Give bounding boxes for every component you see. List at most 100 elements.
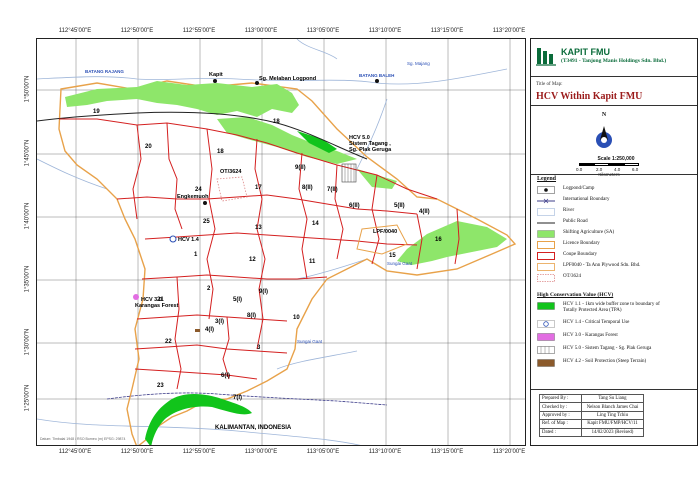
coupe-label: 19 — [93, 109, 100, 115]
longitude-label: 112°50'00"E — [120, 28, 154, 34]
latitude-label: 1°45'00"N — [24, 139, 31, 167]
hcv11-buffer-south — [145, 394, 252, 445]
legend-item-hcv50: HCV 5.0 - Sistem Tagang - Sg. Plak Gerug… — [537, 345, 697, 356]
longitude-label: 113°20'00"E — [492, 28, 526, 34]
coupe-label: 3 — [257, 345, 261, 351]
datum-note: Datum: Timbalai 1948 / RSO Borneo (m) EP… — [40, 437, 126, 441]
longitude-label: 112°55'00"E — [182, 28, 216, 34]
legend-item-hcv42: HCV 4.2 - Soil Protection (Steep Terrain… — [537, 358, 697, 369]
hcv14-symbol — [169, 235, 177, 243]
legend-item-ot: OT/3624 — [537, 273, 697, 284]
latitude-label: 1°35'00"N — [24, 265, 31, 293]
longitude-label: 113°00'00"E — [244, 449, 278, 455]
legend-item-coupe: Coupe Boundary — [537, 251, 697, 262]
label-kalimantan: KALIMANTAN, INDONESIA — [215, 425, 292, 431]
coupe-label: 20 — [145, 144, 152, 150]
hcv11-icon — [537, 302, 555, 310]
map-legend-panel: KAPIT FMU (T3491 - Tanjong Manis Holding… — [530, 38, 698, 446]
scale-bar — [579, 163, 639, 167]
label-sungai-gaat-2: Sungai Gaat — [297, 339, 323, 344]
label-hcv14: HCV 1.4 — [178, 237, 199, 243]
legend-item-sa: Shifting Agriculture (SA) — [537, 229, 697, 240]
international-boundary-icon — [537, 198, 555, 204]
coupe-label: 7(I) — [233, 395, 242, 401]
label-engkemuoh: Engkemuoh — [177, 194, 209, 200]
hcv30-icon — [537, 333, 555, 341]
label-ot3624: OT/3624 — [220, 169, 242, 175]
hcv14-icon — [537, 320, 555, 328]
longitude-label: 113°20'00"E — [492, 449, 526, 455]
longitude-label: 112°50'00"E — [120, 449, 154, 455]
coupe-label: 6(I) — [221, 373, 230, 379]
label-lpf0040: LPF/0040 — [373, 229, 398, 235]
coupe-boundary-icon — [537, 252, 555, 260]
longitude-label: 112°55'00"E — [182, 449, 216, 455]
logpond-icon — [537, 186, 555, 194]
logpond-kapit — [213, 79, 217, 83]
longitude-label: 113°05'00"E — [306, 28, 340, 34]
company-sub: (T3491 - Tanjong Manis Holdings Sdn. Bhd… — [561, 58, 667, 64]
road-icon — [537, 222, 555, 224]
coupe-label: 7(II) — [327, 187, 338, 193]
coupe-label: 23 — [157, 383, 164, 389]
logpond-baleh — [375, 79, 379, 83]
map-canvas[interactable]: Kapit Sg. Melaban Logpond BATANG RAJANG … — [36, 38, 526, 446]
shifting-agriculture-north — [65, 81, 299, 117]
longitude-label: 113°05'00"E — [306, 449, 340, 455]
legend-item-hcv30: HCV 3.0 - Karangas Forest — [537, 332, 697, 343]
latitude-label: 1°50'00"N — [24, 75, 31, 103]
coupe-label: 12 — [249, 257, 256, 263]
company-name: KAPIT FMU — [561, 47, 610, 57]
coupe-label: 17 — [255, 185, 262, 191]
map-sheet: Kapit Sg. Melaban Logpond BATANG RAJANG … — [0, 0, 700, 495]
latitude-label: 1°30'00"N — [24, 328, 31, 356]
legend-item-road: Public Road — [537, 218, 697, 229]
brand-block: KAPIT FMU (T3491 - Tanjong Manis Holding… — [535, 43, 695, 71]
north-arrow: N — [589, 112, 619, 152]
coupe-label: 5(I) — [233, 297, 242, 303]
latitude-label: 1°25'00"N — [24, 384, 31, 412]
label-sg-majang: Sg. Majang — [407, 61, 430, 66]
legend-item-lpf: LPF0040 - Ta Ann Plywood Sdn. Bhd. — [537, 262, 697, 273]
legend-heading: Legend — [537, 176, 557, 182]
map-svg — [37, 39, 525, 445]
hcv50-icon — [537, 346, 555, 354]
coupe-label: 15 — [389, 253, 396, 259]
longitude-label: 113°00'00"E — [244, 28, 278, 34]
hcv-heading: High Conservation Value (HCV) — [537, 292, 614, 298]
legend-item-hcv14: HCV 1.4 - Critical Temporal Use — [537, 319, 697, 330]
coupe-label: 3(I) — [215, 319, 224, 325]
legend-item-hcv11: HCV 1.1 - 1km wide buffer zone to bounda… — [537, 301, 697, 317]
label-kapit: Kapit — [209, 72, 223, 78]
label-batang-baleh: BATANG BALEH — [359, 73, 395, 78]
licence-boundary-icon — [537, 241, 555, 249]
longitude-label: 113°15'00"E — [430, 449, 464, 455]
coupe-label: 4(I) — [205, 327, 214, 333]
hcv42-icon — [537, 359, 555, 367]
river-icon — [537, 208, 555, 216]
coupe-label: 1 — [194, 252, 198, 258]
logpond-engkemuoh — [203, 201, 207, 205]
hcv50-hatch — [344, 164, 355, 182]
coupe-label: 22 — [165, 339, 172, 345]
coupe-label: 24 — [195, 187, 202, 193]
coupe-label: 14 — [312, 221, 319, 227]
company-logo-icon — [536, 48, 556, 66]
north-arrow-icon — [596, 126, 612, 148]
hcv30-area — [133, 294, 139, 300]
map-title: HCV Within Kapit FMU — [536, 91, 643, 102]
scale-text: Scale 1:250,000 — [597, 156, 635, 162]
coupe-label: 10 — [293, 315, 300, 321]
label-hcv50-sub2: Sg. Plak Geruga — [349, 147, 392, 153]
hcv42-area — [195, 329, 200, 332]
legend-item-boundary: International Boundary — [537, 196, 697, 207]
longitude-label: 112°45'00"E — [58, 28, 92, 34]
latitude-label: 1°40'00"N — [24, 202, 31, 230]
coupe-label: 11 — [309, 259, 316, 265]
coupe-label: 5(II) — [394, 203, 405, 209]
coupe-label: 18 — [273, 119, 280, 125]
shifting-agriculture-mid — [217, 117, 357, 164]
coupe-label: 4(II) — [419, 209, 430, 215]
title-of-map-label: Title of Map: — [536, 82, 563, 87]
coupe-label: 2 — [207, 286, 211, 292]
